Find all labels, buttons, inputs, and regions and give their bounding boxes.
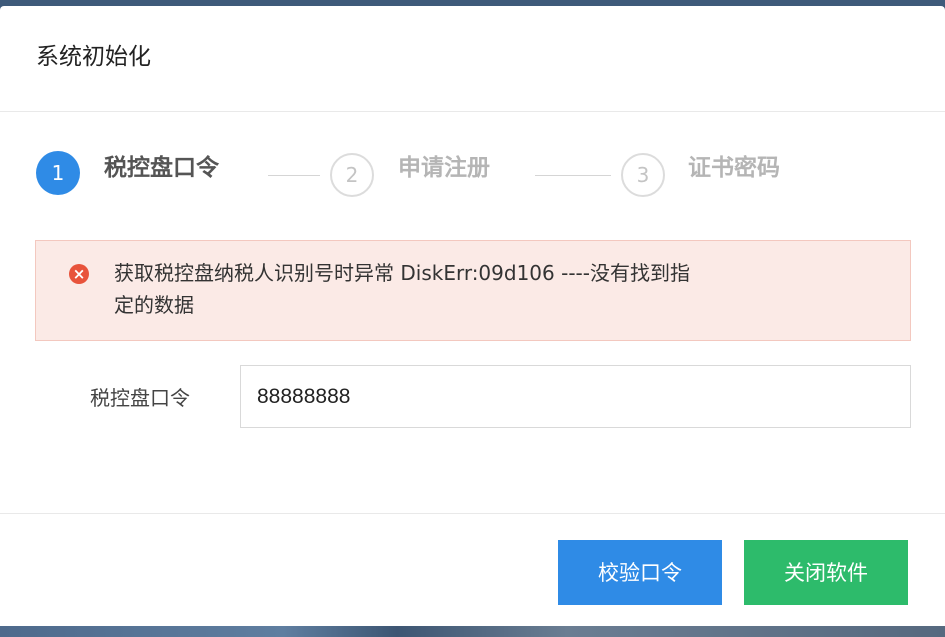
error-message-line-2: 定的数据 bbox=[114, 293, 194, 317]
init-dialog: 系统初始化 1 税控盘口令 2 申请注册 3 证书密码 × 获取税控盘纳税人识别… bbox=[0, 6, 945, 626]
dialog-footer: 校验口令 关闭软件 bbox=[0, 513, 945, 627]
step-1-circle: 1 bbox=[36, 151, 80, 195]
step-connector-2 bbox=[535, 175, 611, 176]
password-input[interactable] bbox=[240, 365, 911, 428]
error-message-line-1: 获取税控盘纳税人识别号时异常 DiskErr:09d106 ----没有找到指 bbox=[114, 261, 690, 285]
step-2-circle: 2 bbox=[330, 153, 374, 197]
step-3-circle: 3 bbox=[621, 153, 665, 197]
step-3-label: 证书密码 bbox=[688, 155, 780, 181]
step-1-label: 税控盘口令 bbox=[104, 155, 219, 181]
dialog-header: 系统初始化 bbox=[0, 6, 945, 112]
step-connector-1 bbox=[268, 175, 320, 176]
password-label: 税控盘口令 bbox=[90, 386, 190, 410]
error-message: 获取税控盘纳税人识别号时异常 DiskErr:09d106 ----没有找到指 … bbox=[114, 257, 814, 321]
close-software-button[interactable]: 关闭软件 bbox=[744, 540, 908, 605]
verify-password-button[interactable]: 校验口令 bbox=[558, 540, 722, 605]
dialog-title: 系统初始化 bbox=[36, 44, 151, 70]
error-alert: × 获取税控盘纳税人识别号时异常 DiskErr:09d106 ----没有找到… bbox=[35, 240, 911, 341]
step-2-label: 申请注册 bbox=[398, 155, 490, 181]
step-indicator: 1 税控盘口令 2 申请注册 3 证书密码 bbox=[0, 146, 945, 206]
error-circle-icon: × bbox=[69, 264, 89, 284]
